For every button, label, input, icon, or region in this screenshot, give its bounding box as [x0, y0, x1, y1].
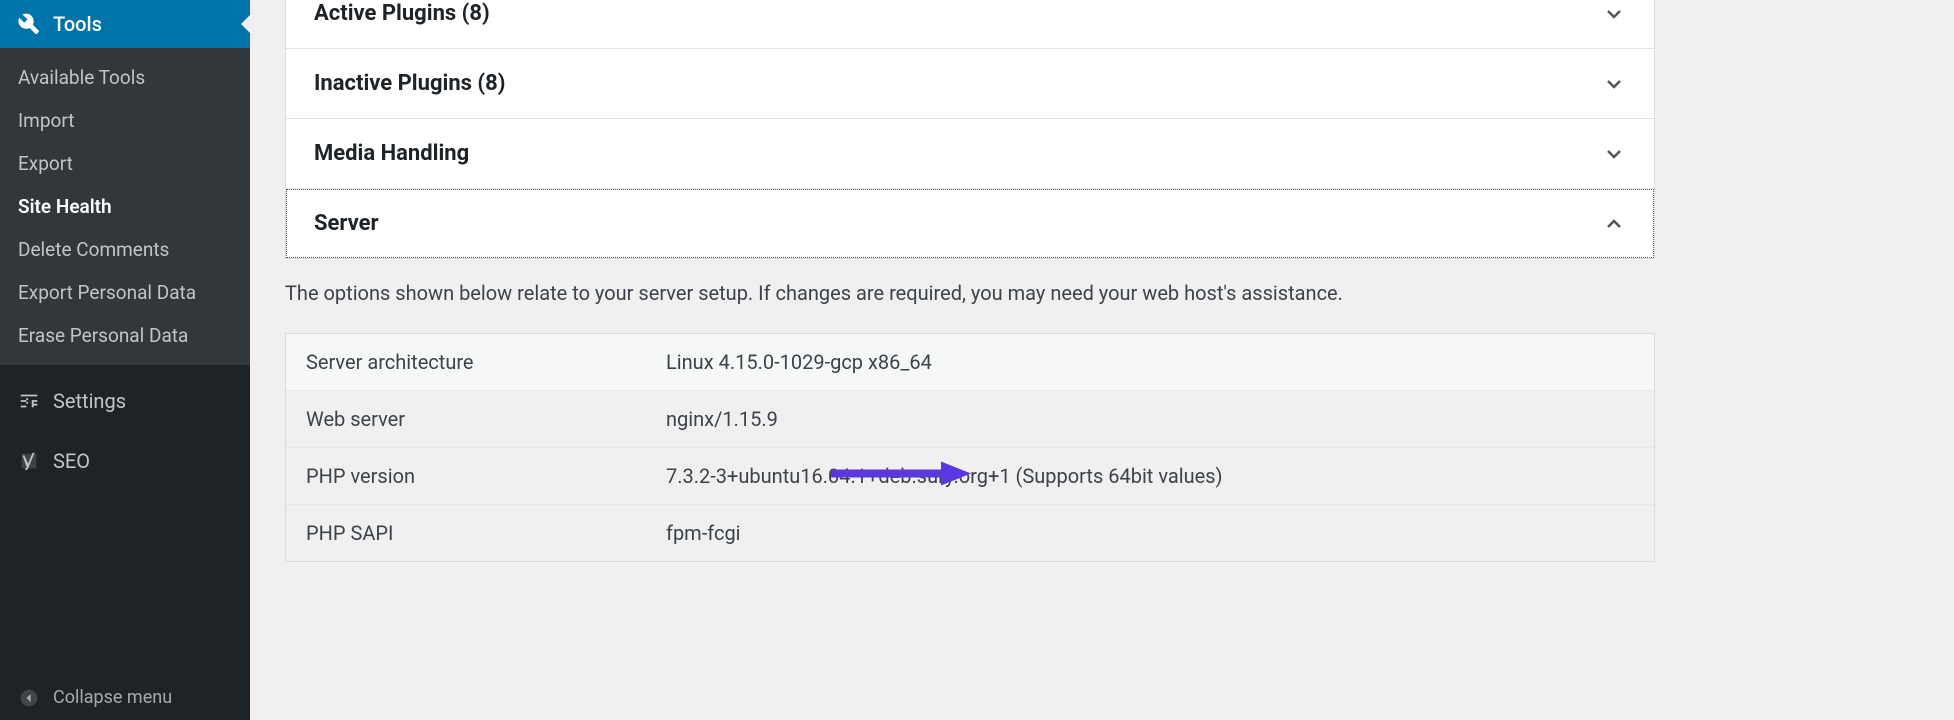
chevron-down-icon: [1602, 2, 1626, 26]
sidebar-item-label: SEO: [53, 449, 90, 473]
panel-inactive-plugins[interactable]: Inactive Plugins (8): [286, 49, 1654, 119]
sidebar-subitem-available-tools[interactable]: Available Tools: [0, 56, 250, 99]
panel-server[interactable]: Server: [286, 189, 1654, 258]
panel-media-handling[interactable]: Media Handling: [286, 119, 1654, 189]
chevron-down-icon: [1602, 72, 1626, 96]
chevron-up-icon: [1602, 212, 1626, 236]
collapse-icon: [15, 688, 43, 708]
table-row: Web server nginx/1.15.9: [286, 391, 1654, 448]
panel-server-body: The options shown below relate to your s…: [285, 259, 1655, 562]
collapse-label: Collapse menu: [53, 687, 172, 708]
row-label: PHP SAPI: [306, 521, 666, 545]
panel-title: Server: [314, 211, 379, 236]
sidebar-subitem-export-personal-data[interactable]: Export Personal Data: [0, 271, 250, 314]
row-value: nginx/1.15.9: [666, 407, 778, 431]
wrench-icon: [15, 13, 43, 35]
chevron-down-icon: [1602, 142, 1626, 166]
sidebar-subitem-import[interactable]: Import: [0, 99, 250, 142]
row-value: 7.3.2-3+ubuntu16.04.1+deb.sury.org+1 (Su…: [666, 464, 1223, 488]
server-info-table: Server architecture Linux 4.15.0-1029-gc…: [285, 333, 1655, 562]
sidebar-item-seo[interactable]: SEO: [0, 437, 250, 485]
sidebar-submenu-tools: Available Tools Import Export Site Healt…: [0, 48, 250, 365]
sidebar-item-settings[interactable]: Settings: [0, 377, 250, 425]
main-content: Active Plugins (8) Inactive Plugins (8) …: [250, 0, 1954, 720]
panel-title: Media Handling: [314, 141, 469, 166]
table-row: PHP SAPI fpm-fcgi: [286, 505, 1654, 561]
row-value: fpm-fcgi: [666, 521, 741, 545]
sidebar-item-label: Settings: [53, 389, 126, 413]
sidebar-subitem-erase-personal-data[interactable]: Erase Personal Data: [0, 314, 250, 357]
sidebar-subitem-export[interactable]: Export: [0, 142, 250, 185]
admin-sidebar: Tools Available Tools Import Export Site…: [0, 0, 250, 720]
panel-active-plugins[interactable]: Active Plugins (8): [286, 0, 1654, 49]
panel-title: Inactive Plugins (8): [314, 71, 505, 96]
yoast-icon: [15, 450, 43, 472]
table-row: Server architecture Linux 4.15.0-1029-gc…: [286, 334, 1654, 391]
sidebar-subitem-site-health[interactable]: Site Health: [0, 185, 250, 228]
health-panels: Active Plugins (8) Inactive Plugins (8) …: [285, 0, 1655, 259]
row-label: PHP version: [306, 464, 666, 488]
server-description: The options shown below relate to your s…: [285, 281, 1655, 323]
row-label: Server architecture: [306, 350, 666, 374]
row-label: Web server: [306, 407, 666, 431]
sidebar-collapse-button[interactable]: Collapse menu: [0, 675, 250, 720]
sidebar-subitem-delete-comments[interactable]: Delete Comments: [0, 228, 250, 271]
sidebar-item-label: Tools: [53, 12, 102, 36]
panel-title: Active Plugins (8): [314, 1, 490, 26]
table-row: PHP version 7.3.2-3+ubuntu16.04.1+deb.su…: [286, 448, 1654, 505]
sliders-icon: [15, 390, 43, 412]
row-value: Linux 4.15.0-1029-gcp x86_64: [666, 350, 932, 374]
sidebar-item-tools[interactable]: Tools: [0, 0, 250, 48]
